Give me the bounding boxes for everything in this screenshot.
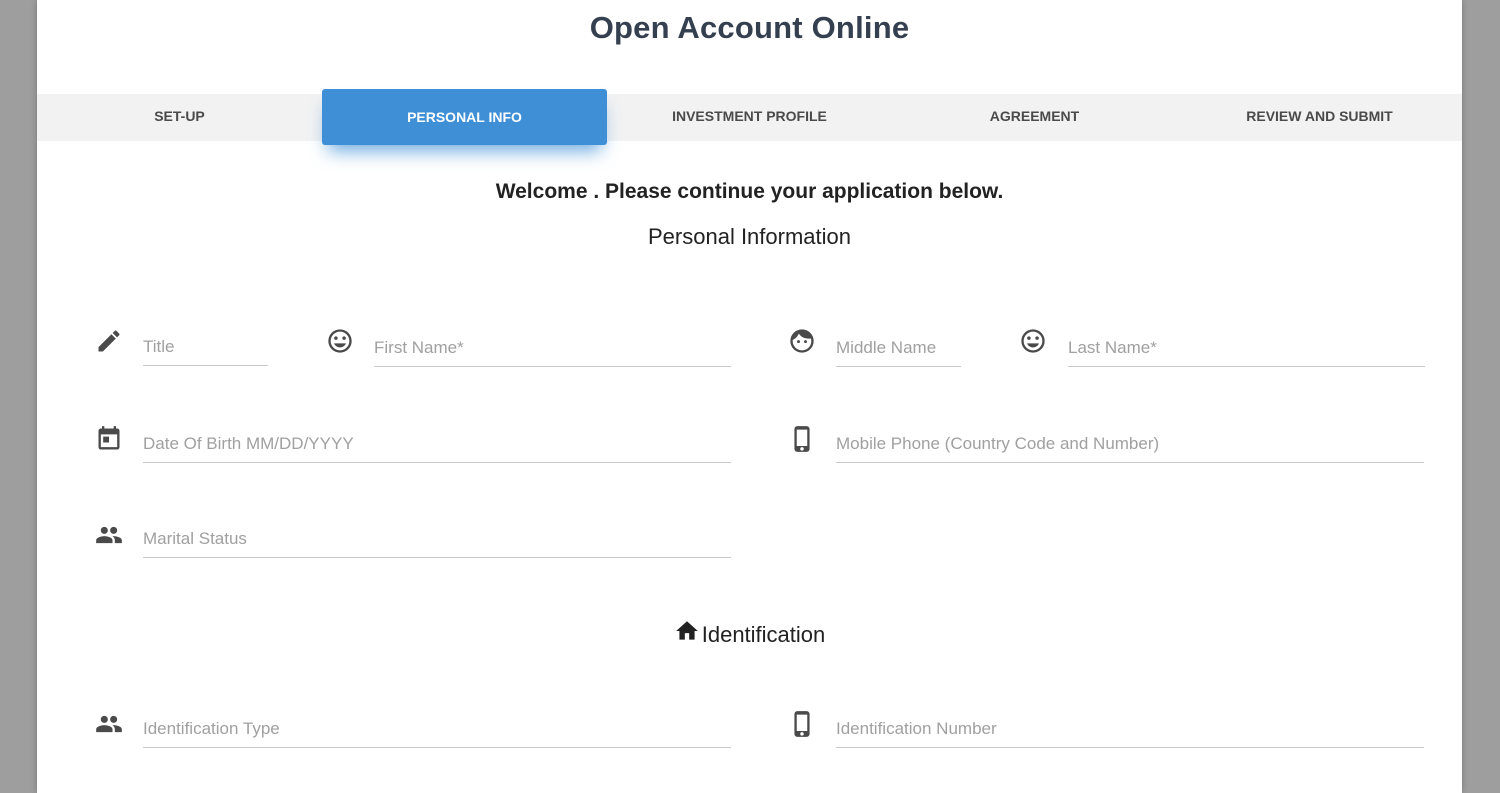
- step-navigation: SET-UP PERSONAL INFO INVESTMENT PROFILE …: [37, 89, 1462, 145]
- step-setup[interactable]: SET-UP: [37, 94, 322, 141]
- middle-name-field[interactable]: [836, 329, 961, 369]
- title-field[interactable]: [143, 328, 268, 368]
- identification-number-input[interactable]: [836, 710, 1424, 748]
- identification-heading-label: Identification: [701, 622, 826, 647]
- section-title-personal-information: Personal Information: [648, 224, 851, 249]
- step-review-and-submit[interactable]: REVIEW AND SUBMIT: [1177, 94, 1462, 141]
- last-name-field[interactable]: [1068, 329, 1425, 369]
- calendar-icon: [95, 425, 123, 453]
- title-input[interactable]: [143, 328, 268, 366]
- identification-heading: Identification: [37, 618, 1462, 648]
- date-of-birth-input[interactable]: [143, 425, 731, 463]
- smiley-icon: [1019, 327, 1047, 355]
- middle-name-input[interactable]: [836, 329, 961, 367]
- mobile-phone-input[interactable]: [836, 425, 1424, 463]
- step-investment-profile[interactable]: INVESTMENT PROFILE: [607, 94, 892, 141]
- identification-type-field[interactable]: [143, 710, 731, 750]
- step-personal-info[interactable]: PERSONAL INFO: [322, 89, 607, 145]
- identification-type-input[interactable]: [143, 710, 731, 748]
- mobile-phone-field[interactable]: [836, 425, 1424, 465]
- child-face-icon: [788, 327, 816, 355]
- identification-number-field[interactable]: [836, 710, 1424, 750]
- form-page: Open Account Online SET-UP PERSONAL INFO…: [37, 0, 1462, 793]
- last-name-input[interactable]: [1068, 329, 1425, 367]
- page-title: Open Account Online: [589, 10, 910, 45]
- marital-status-input[interactable]: [143, 520, 731, 558]
- marital-status-field[interactable]: [143, 520, 731, 560]
- phone-icon: [788, 710, 816, 738]
- people-icon: [95, 710, 123, 738]
- phone-icon: [788, 425, 816, 453]
- people-icon: [95, 521, 123, 549]
- date-of-birth-field[interactable]: [143, 425, 731, 465]
- home-icon: [674, 618, 700, 644]
- step-agreement[interactable]: AGREEMENT: [892, 94, 1177, 141]
- welcome-message: Welcome . Please continue your applicati…: [495, 180, 1004, 203]
- first-name-input[interactable]: [374, 329, 731, 367]
- smiley-icon: [326, 327, 354, 355]
- first-name-field[interactable]: [374, 329, 731, 369]
- pencil-icon: [95, 327, 123, 355]
